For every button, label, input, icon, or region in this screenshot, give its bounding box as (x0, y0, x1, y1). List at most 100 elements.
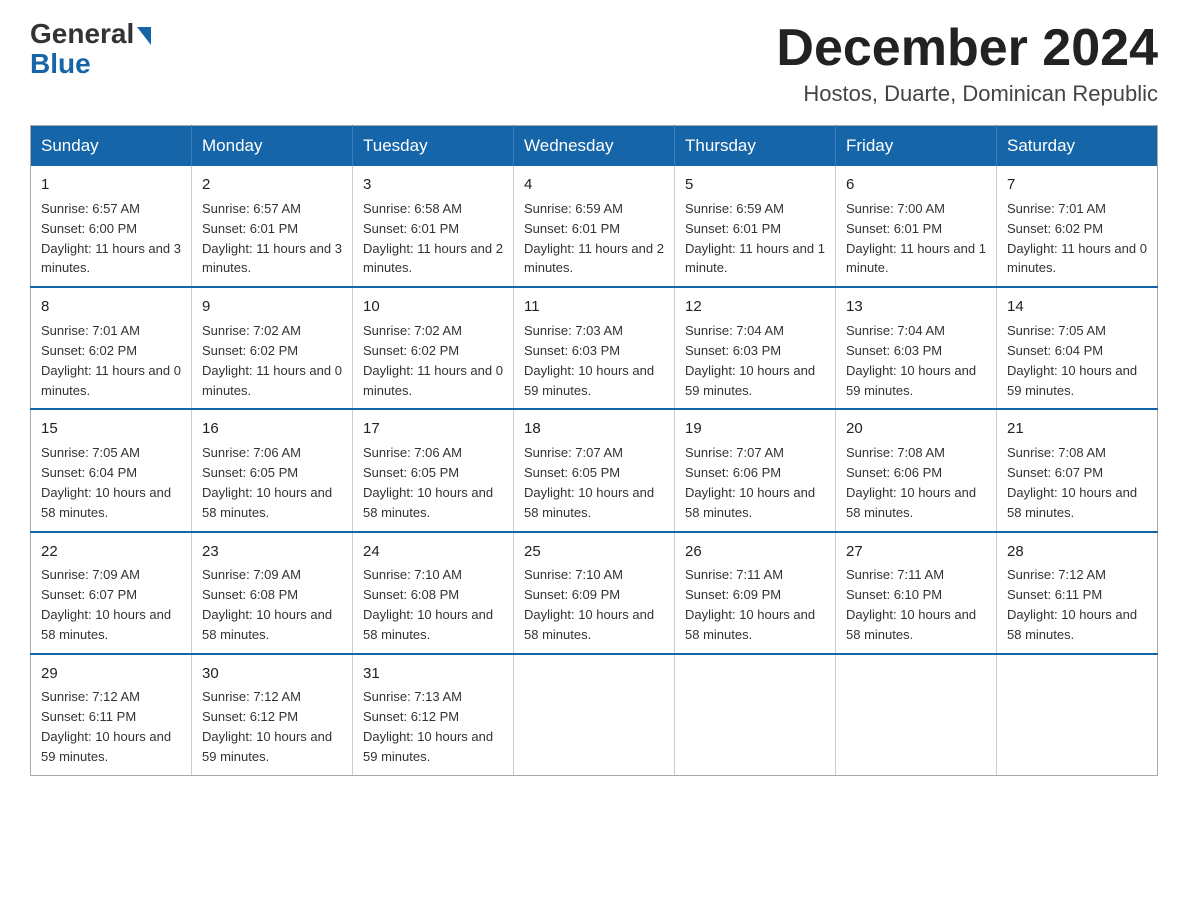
day-number: 27 (846, 541, 986, 563)
day-sunrise: Sunrise: 7:12 AM (1007, 567, 1106, 582)
day-sunrise: Sunrise: 7:10 AM (524, 567, 623, 582)
day-sunset: Sunset: 6:09 PM (685, 587, 781, 602)
day-sunset: Sunset: 6:00 PM (41, 221, 137, 236)
day-daylight: Daylight: 10 hours and 58 minutes. (202, 607, 332, 642)
weekday-header-tuesday: Tuesday (353, 126, 514, 167)
weekday-header-wednesday: Wednesday (514, 126, 675, 167)
day-daylight: Daylight: 11 hours and 0 minutes. (363, 363, 503, 398)
day-number: 7 (1007, 174, 1147, 196)
weekday-header-monday: Monday (192, 126, 353, 167)
day-number: 8 (41, 296, 181, 318)
day-daylight: Daylight: 11 hours and 3 minutes. (202, 241, 342, 276)
day-daylight: Daylight: 10 hours and 59 minutes. (363, 729, 493, 764)
calendar-cell: 20Sunrise: 7:08 AMSunset: 6:06 PMDayligh… (836, 409, 997, 531)
day-daylight: Daylight: 10 hours and 58 minutes. (363, 485, 493, 520)
day-sunset: Sunset: 6:02 PM (202, 343, 298, 358)
day-daylight: Daylight: 11 hours and 3 minutes. (41, 241, 181, 276)
day-sunset: Sunset: 6:08 PM (202, 587, 298, 602)
day-sunrise: Sunrise: 7:09 AM (41, 567, 140, 582)
day-number: 13 (846, 296, 986, 318)
weekday-header-sunday: Sunday (31, 126, 192, 167)
day-sunset: Sunset: 6:05 PM (363, 465, 459, 480)
day-sunset: Sunset: 6:05 PM (524, 465, 620, 480)
calendar-cell: 14Sunrise: 7:05 AMSunset: 6:04 PMDayligh… (997, 287, 1158, 409)
day-sunset: Sunset: 6:03 PM (846, 343, 942, 358)
day-sunset: Sunset: 6:03 PM (524, 343, 620, 358)
day-sunset: Sunset: 6:11 PM (41, 709, 136, 724)
day-sunrise: Sunrise: 7:01 AM (41, 323, 140, 338)
day-daylight: Daylight: 11 hours and 0 minutes. (202, 363, 342, 398)
day-number: 11 (524, 296, 664, 318)
day-number: 17 (363, 418, 503, 440)
calendar-cell: 10 Sunrise: 7:02 AM Sunset: 6:02 PM Dayligh… (353, 287, 514, 409)
calendar-cell: 13Sunrise: 7:04 AMSunset: 6:03 PMDayligh… (836, 287, 997, 409)
day-daylight: Daylight: 10 hours and 58 minutes. (202, 485, 332, 520)
month-year-title: December 2024 (776, 20, 1158, 77)
day-number: 31 (363, 663, 503, 685)
day-sunset: Sunset: 6:01 PM (685, 221, 781, 236)
day-sunset: Sunset: 6:07 PM (1007, 465, 1103, 480)
day-sunset: Sunset: 6:12 PM (202, 709, 298, 724)
calendar-week-row: 1 Sunrise: 6:57 AM Sunset: 6:00 PM Daylight… (31, 166, 1158, 287)
day-number: 2 (202, 174, 342, 196)
day-number: 26 (685, 541, 825, 563)
day-number: 19 (685, 418, 825, 440)
day-sunrise: Sunrise: 7:11 AM (846, 567, 944, 582)
weekday-header-friday: Friday (836, 126, 997, 167)
calendar-cell: 27Sunrise: 7:11 AMSunset: 6:10 PMDayligh… (836, 532, 997, 654)
day-sunset: Sunset: 6:12 PM (363, 709, 459, 724)
calendar-cell: 2Sunrise: 6:57 AMSunset: 6:01 PMDaylight… (192, 166, 353, 287)
day-sunrise: Sunrise: 7:11 AM (685, 567, 783, 582)
day-sunrise: Sunrise: 7:10 AM (363, 567, 462, 582)
day-sunset: Sunset: 6:02 PM (363, 343, 459, 358)
calendar-cell: 26Sunrise: 7:11 AMSunset: 6:09 PMDayligh… (675, 532, 836, 654)
calendar-cell: 21Sunrise: 7:08 AMSunset: 6:07 PMDayligh… (997, 409, 1158, 531)
day-number: 1 (41, 174, 181, 196)
day-sunrise: Sunrise: 6:57 AM (202, 201, 301, 216)
calendar-cell: 16Sunrise: 7:06 AMSunset: 6:05 PMDayligh… (192, 409, 353, 531)
calendar-week-row: 8 Sunrise: 7:01 AM Sunset: 6:02 PM Daylight… (31, 287, 1158, 409)
day-number: 25 (524, 541, 664, 563)
day-number: 28 (1007, 541, 1147, 563)
day-daylight: Daylight: 10 hours and 59 minutes. (846, 363, 976, 398)
day-daylight: Daylight: 10 hours and 58 minutes. (846, 607, 976, 642)
calendar-week-row: 15Sunrise: 7:05 AMSunset: 6:04 PMDayligh… (31, 409, 1158, 531)
day-sunset: Sunset: 6:02 PM (1007, 221, 1103, 236)
day-sunset: Sunset: 6:02 PM (41, 343, 137, 358)
day-sunrise: Sunrise: 6:59 AM (524, 201, 623, 216)
calendar-cell: 11Sunrise: 7:03 AMSunset: 6:03 PMDayligh… (514, 287, 675, 409)
logo-blue-text: Blue (30, 48, 91, 80)
day-sunrise: Sunrise: 7:05 AM (41, 445, 140, 460)
calendar-cell: 7Sunrise: 7:01 AMSunset: 6:02 PMDaylight… (997, 166, 1158, 287)
day-sunrise: Sunrise: 7:04 AM (685, 323, 784, 338)
day-sunrise: Sunrise: 7:08 AM (846, 445, 945, 460)
day-daylight: Daylight: 10 hours and 59 minutes. (202, 729, 332, 764)
day-sunset: Sunset: 6:08 PM (363, 587, 459, 602)
day-sunrise: Sunrise: 7:06 AM (363, 445, 462, 460)
day-daylight: Daylight: 10 hours and 58 minutes. (41, 607, 171, 642)
day-sunset: Sunset: 6:09 PM (524, 587, 620, 602)
day-number: 15 (41, 418, 181, 440)
logo-text: General (30, 20, 134, 48)
day-sunrise: Sunrise: 7:12 AM (41, 689, 140, 704)
weekday-header-saturday: Saturday (997, 126, 1158, 167)
day-number: 10 (363, 296, 503, 318)
day-sunset: Sunset: 6:07 PM (41, 587, 137, 602)
calendar-cell: 15Sunrise: 7:05 AMSunset: 6:04 PMDayligh… (31, 409, 192, 531)
day-sunrise: Sunrise: 6:58 AM (363, 201, 462, 216)
day-sunrise: Sunrise: 7:13 AM (363, 689, 462, 704)
day-sunrise: Sunrise: 6:59 AM (685, 201, 784, 216)
calendar-cell: 5Sunrise: 6:59 AMSunset: 6:01 PMDaylight… (675, 166, 836, 287)
day-number: 14 (1007, 296, 1147, 318)
day-number: 16 (202, 418, 342, 440)
day-sunrise: Sunrise: 7:02 AM (363, 323, 462, 338)
calendar-cell (514, 654, 675, 776)
calendar-cell: 1Sunrise: 6:57 AMSunset: 6:00 PMDaylight… (31, 166, 192, 287)
calendar-body: 1 Sunrise: 6:57 AM Sunset: 6:00 PM Daylight… (31, 166, 1158, 775)
day-daylight: Daylight: 11 hours and 1 minute. (685, 241, 825, 276)
day-sunrise: Sunrise: 7:09 AM (202, 567, 301, 582)
day-number: 6 (846, 174, 986, 196)
day-daylight: Daylight: 10 hours and 58 minutes. (846, 485, 976, 520)
day-sunset: Sunset: 6:05 PM (202, 465, 298, 480)
day-sunset: Sunset: 6:01 PM (363, 221, 459, 236)
